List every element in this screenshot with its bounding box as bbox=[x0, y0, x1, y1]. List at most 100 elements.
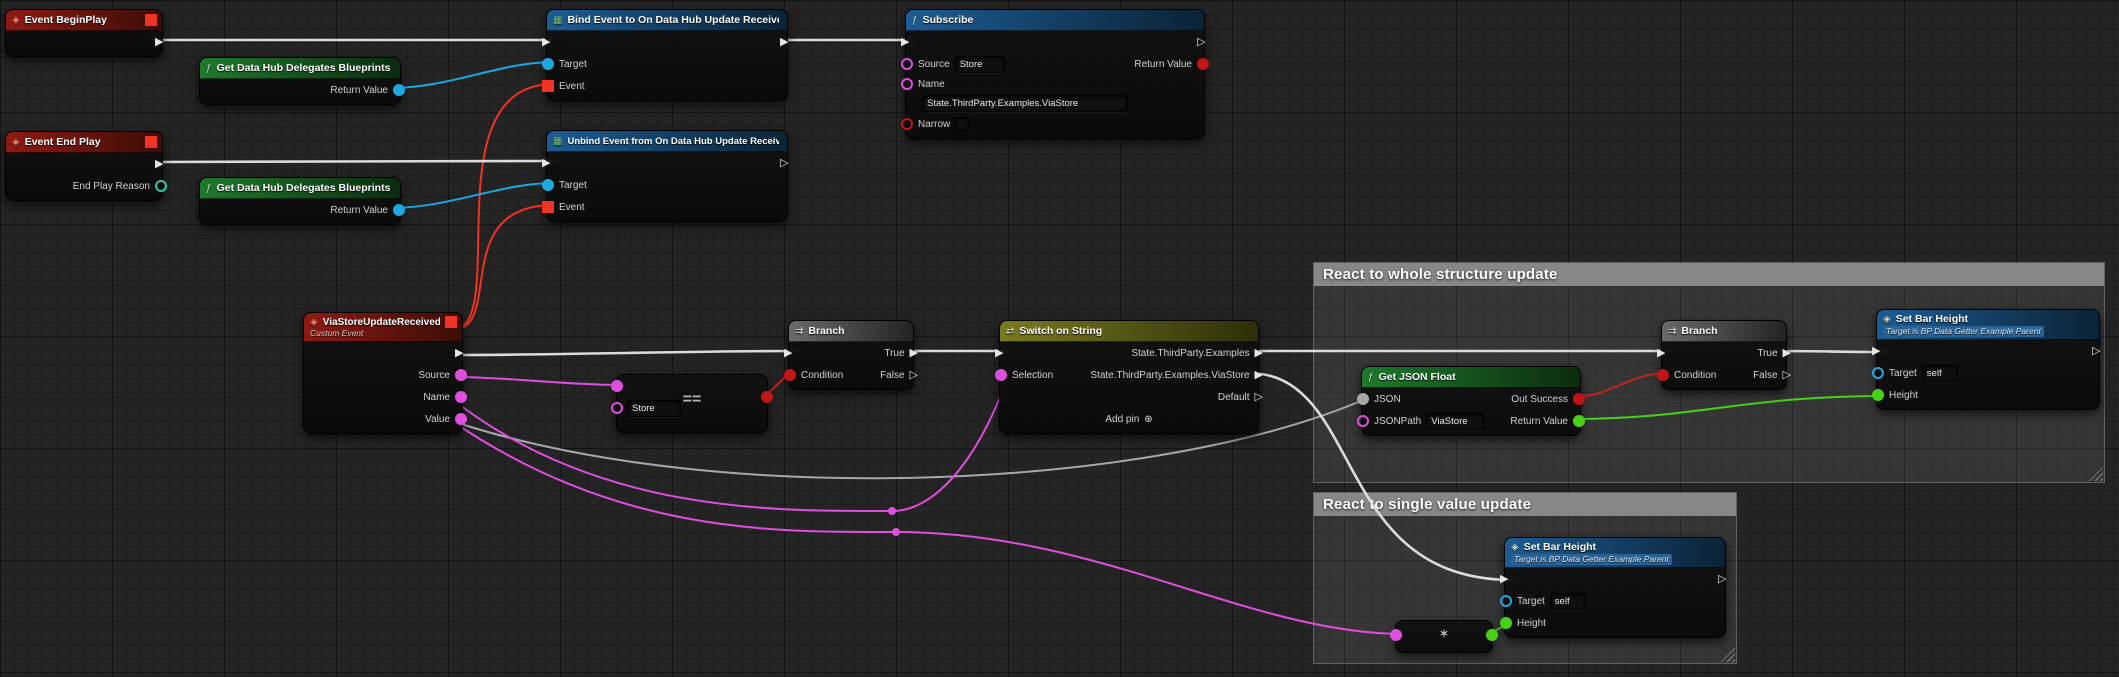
event-delegate-pin[interactable] bbox=[542, 80, 554, 92]
node-title: Event BeginPlay bbox=[25, 14, 107, 26]
node-event-beginplay[interactable]: ◈ Event BeginPlay ▶ bbox=[5, 9, 163, 57]
exec-out-pin[interactable]: ▶ bbox=[155, 159, 163, 170]
node-title: Set Bar Height bbox=[1896, 313, 1968, 325]
narrow-checkbox[interactable] bbox=[955, 117, 969, 131]
comment-title[interactable]: React to single value update bbox=[1314, 493, 1736, 516]
exec-out-pin[interactable]: ▷ bbox=[1718, 574, 1726, 585]
exec-in-pin[interactable]: ▶ bbox=[784, 348, 792, 359]
convert-output-pin[interactable] bbox=[1486, 629, 1498, 641]
out-success-pin[interactable] bbox=[1573, 393, 1585, 405]
reroute-dot[interactable] bbox=[888, 507, 896, 515]
node-unbind-event[interactable]: ▦ Unbind Event from On Data Hub Update R… bbox=[546, 130, 788, 222]
target-value-input[interactable] bbox=[1550, 593, 1586, 610]
comment-resize-handle[interactable] bbox=[2088, 466, 2103, 481]
case-1-exec-pin[interactable]: ▶ bbox=[1255, 348, 1263, 359]
condition-pin[interactable] bbox=[1657, 369, 1669, 381]
equal-result-pin[interactable] bbox=[761, 391, 773, 403]
node-string-equal[interactable]: == bbox=[616, 374, 768, 433]
add-pin-label: Add pin bbox=[1105, 414, 1139, 425]
exec-out-pin[interactable]: ▶ bbox=[155, 37, 163, 48]
exec-in-pin[interactable]: ▶ bbox=[1872, 346, 1880, 357]
node-title: Unbind Event from On Data Hub Update Rec… bbox=[567, 136, 779, 147]
narrow-pin[interactable] bbox=[901, 118, 913, 130]
node-get-data-hub-delegates-2[interactable]: ƒ Get Data Hub Delegates Blueprints Retu… bbox=[199, 177, 401, 225]
pin-label-condition: Condition bbox=[1674, 370, 1716, 381]
event-icon: ◈ bbox=[12, 137, 20, 148]
node-title: Set Bar Height bbox=[1524, 541, 1596, 553]
function-icon: ƒ bbox=[1368, 372, 1374, 383]
false-exec-pin[interactable]: ▷ bbox=[1783, 370, 1791, 381]
reroute-dot[interactable] bbox=[892, 528, 900, 536]
node-get-data-hub-delegates-1[interactable]: ƒ Get Data Hub Delegates Blueprints Retu… bbox=[199, 57, 401, 105]
node-title-bar: ƒ Subscribe bbox=[906, 10, 1204, 31]
target-pin[interactable] bbox=[542, 58, 554, 70]
exec-out-pin[interactable]: ▷ bbox=[780, 158, 788, 169]
return-value-pin[interactable] bbox=[393, 84, 405, 96]
node-branch-1[interactable]: ⇉ Branch ▶ True ▶ Condition False ▷ bbox=[788, 320, 914, 390]
end-play-reason-pin[interactable] bbox=[155, 180, 167, 192]
exec-out-pin[interactable]: ▷ bbox=[1197, 37, 1205, 48]
return-value-pin[interactable] bbox=[1573, 415, 1585, 427]
height-pin[interactable] bbox=[1500, 617, 1512, 629]
source-pin[interactable] bbox=[901, 58, 913, 70]
jsonpath-value-input[interactable] bbox=[1426, 413, 1484, 430]
source-value-input[interactable] bbox=[955, 56, 1005, 73]
name-pin[interactable] bbox=[901, 78, 913, 90]
node-viastore-update-received[interactable]: ◈ ViaStoreUpdateReceived Custom Event ▶ … bbox=[303, 312, 463, 434]
comment-title[interactable]: React to whole structure update bbox=[1314, 263, 2104, 286]
node-branch-2[interactable]: ⇉ Branch ▶ True ▶ Condition False ▷ bbox=[1661, 320, 1787, 390]
delegate-pin[interactable] bbox=[145, 14, 157, 26]
exec-in-pin[interactable]: ▶ bbox=[542, 37, 550, 48]
target-value-input[interactable] bbox=[1922, 365, 1958, 382]
json-pin[interactable] bbox=[1357, 393, 1369, 405]
case-label-1: State.ThirdParty.Examples bbox=[1131, 348, 1249, 359]
exec-in-pin[interactable]: ▶ bbox=[1657, 348, 1665, 359]
target-pin[interactable] bbox=[1872, 367, 1884, 379]
jsonpath-pin[interactable] bbox=[1357, 415, 1369, 427]
pin-label-end-play-reason: End Play Reason bbox=[73, 181, 150, 192]
delegate-pin[interactable] bbox=[445, 316, 457, 328]
source-out-pin[interactable] bbox=[455, 369, 467, 381]
default-exec-pin[interactable]: ▷ bbox=[1255, 392, 1263, 403]
node-get-json-float[interactable]: ƒ Get JSON Float JSON Out Success JSONPa… bbox=[1361, 366, 1581, 436]
return-value-pin[interactable] bbox=[1197, 58, 1209, 70]
bind-icon: ▦ bbox=[553, 15, 562, 26]
delegate-pin[interactable] bbox=[145, 136, 157, 148]
exec-out-pin[interactable]: ▶ bbox=[780, 37, 788, 48]
node-switch-on-string[interactable]: ⇄ Switch on String ▶ State.ThirdParty.Ex… bbox=[999, 320, 1259, 434]
node-set-bar-height-1[interactable]: ◈ Set Bar Height Target is BP Data Gette… bbox=[1876, 309, 2100, 410]
exec-in-pin[interactable]: ▶ bbox=[901, 37, 909, 48]
node-title: Branch bbox=[808, 325, 844, 337]
event-delegate-pin[interactable] bbox=[542, 201, 554, 213]
height-pin[interactable] bbox=[1872, 389, 1884, 401]
node-to-float-conversion[interactable]: ∗ bbox=[1395, 620, 1493, 653]
blueprint-graph-canvas[interactable]: React to whole structure update React to… bbox=[0, 0, 2119, 677]
exec-in-pin[interactable]: ▶ bbox=[1500, 574, 1508, 585]
node-title-bar: ◈ Event End Play bbox=[6, 132, 162, 153]
node-subscribe[interactable]: ƒ Subscribe ▶ ▷ Source Return Value Name… bbox=[905, 9, 1205, 139]
node-set-bar-height-2[interactable]: ◈ Set Bar Height Target is BP Data Gette… bbox=[1504, 537, 1726, 638]
name-value-input[interactable] bbox=[922, 95, 1128, 112]
case-2-exec-pin[interactable]: ▶ bbox=[1255, 370, 1263, 381]
pin-label-default: Default bbox=[1218, 392, 1250, 403]
add-pin-button[interactable]: Add pin ⊕ bbox=[1000, 408, 1258, 430]
exec-in-pin[interactable]: ▶ bbox=[542, 158, 550, 169]
condition-pin[interactable] bbox=[784, 369, 796, 381]
target-pin[interactable] bbox=[542, 179, 554, 191]
exec-out-pin[interactable]: ▶ bbox=[455, 348, 463, 359]
node-title: Subscribe bbox=[923, 14, 974, 26]
node-bind-event[interactable]: ▦ Bind Event to On Data Hub Update Recei… bbox=[546, 9, 788, 101]
comment-resize-handle[interactable] bbox=[1720, 647, 1735, 662]
return-value-pin[interactable] bbox=[393, 204, 405, 216]
true-exec-pin[interactable]: ▶ bbox=[1783, 348, 1791, 359]
exec-in-pin[interactable]: ▶ bbox=[995, 348, 1003, 359]
node-event-endplay[interactable]: ◈ Event End Play ▶ End Play Reason bbox=[5, 131, 163, 201]
selection-pin[interactable] bbox=[995, 369, 1007, 381]
name-out-pin[interactable] bbox=[455, 391, 467, 403]
target-pin[interactable] bbox=[1500, 595, 1512, 607]
true-exec-pin[interactable]: ▶ bbox=[910, 348, 918, 359]
exec-out-pin[interactable]: ▷ bbox=[2092, 346, 2100, 357]
pin-label-height: Height bbox=[1517, 618, 1546, 629]
value-out-pin[interactable] bbox=[455, 413, 467, 425]
false-exec-pin[interactable]: ▷ bbox=[910, 370, 918, 381]
